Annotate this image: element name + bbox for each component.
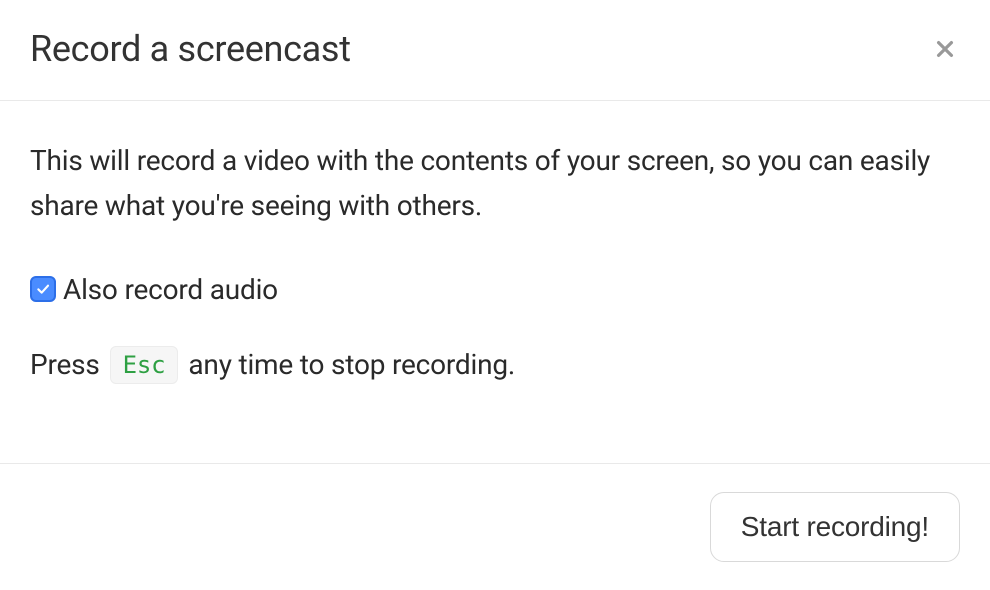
audio-checkbox-row: Also record audio: [30, 273, 960, 306]
esc-key: Esc: [110, 346, 179, 384]
modal-header: Record a screencast: [0, 0, 990, 101]
close-button[interactable]: [930, 34, 960, 64]
check-icon: [35, 281, 51, 297]
hint-prefix: Press: [30, 348, 100, 381]
audio-checkbox[interactable]: [30, 276, 56, 302]
close-icon: [934, 38, 956, 60]
description-text: This will record a video with the conten…: [30, 139, 960, 229]
hint-suffix: any time to stop recording.: [188, 348, 515, 381]
modal-body: This will record a video with the conten…: [0, 101, 990, 463]
modal-footer: Start recording!: [0, 463, 990, 590]
audio-checkbox-label: Also record audio: [63, 273, 278, 306]
stop-hint: Press Esc any time to stop recording.: [30, 346, 960, 384]
modal-title: Record a screencast: [30, 28, 351, 70]
record-screencast-modal: Record a screencast This will record a v…: [0, 0, 990, 590]
start-recording-button[interactable]: Start recording!: [710, 492, 960, 562]
